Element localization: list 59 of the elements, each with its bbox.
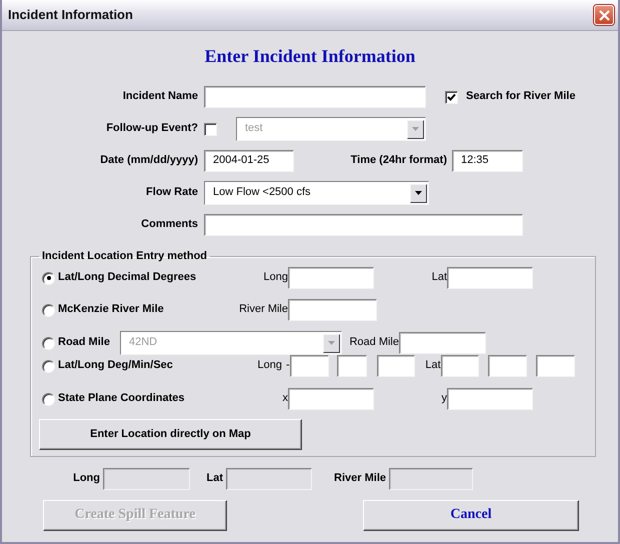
text-field[interactable]	[288, 267, 374, 289]
map-button[interactable]: Enter Location directly on Map	[39, 419, 302, 450]
caret-icon	[328, 341, 335, 345]
field-label: Comments	[140, 218, 198, 232]
field-label: Time (24hr format)	[350, 154, 447, 168]
text-field[interactable]	[288, 388, 374, 410]
field-label: Lat	[430, 271, 447, 285]
text-field[interactable]: 12:35	[452, 150, 523, 172]
radio-label: Lat/Long Decimal Degrees	[58, 271, 198, 285]
radio-label: State Plane Coordinates	[58, 392, 186, 406]
radio-button[interactable]	[42, 272, 55, 284]
field-label: Lat	[424, 359, 441, 373]
radio-button[interactable]	[42, 336, 55, 350]
text-field[interactable]	[290, 355, 329, 377]
field-label: Road Mile	[348, 336, 399, 350]
dropdown-button[interactable]	[410, 184, 427, 202]
dialog-heading: Enter Incident Information	[204, 45, 416, 68]
text-field[interactable]	[440, 355, 479, 377]
dropdown[interactable]: Low Flow <2500 cfs	[204, 181, 429, 205]
field-label: Date (mm/dd/yyyy)	[99, 154, 198, 168]
caret-icon	[412, 127, 419, 131]
text-field[interactable]	[204, 214, 523, 236]
checkbox[interactable]	[445, 90, 458, 104]
field-label: Lat	[206, 472, 223, 486]
text-field[interactable]	[288, 299, 377, 321]
close-button[interactable]	[594, 5, 614, 25]
field-label: Follow-up Event?	[105, 122, 198, 136]
text-field[interactable]: 2004-01-25	[204, 150, 294, 172]
field-label: Flow Rate	[145, 186, 198, 200]
text-field[interactable]	[376, 355, 415, 377]
group-title: Incident Location Entry method	[41, 249, 208, 263]
radio-button[interactable]	[42, 304, 55, 316]
radio-label: Lat/Long Deg/Min/Sec	[58, 359, 174, 373]
sign-label: -	[286, 359, 290, 373]
field-label: River Mile	[238, 303, 288, 317]
text-field[interactable]	[488, 355, 527, 377]
checkbox-label: Search for River Mile	[466, 90, 576, 104]
field-label: Incident Name	[122, 90, 198, 104]
field-label: Long	[72, 472, 100, 486]
text-field[interactable]	[399, 332, 486, 354]
caret-icon	[415, 191, 422, 195]
text-field[interactable]	[204, 86, 426, 108]
text-field[interactable]	[447, 267, 533, 289]
field-label: River Mile	[333, 472, 386, 486]
radio-label: McKenzie River Mile	[58, 303, 165, 317]
radio-label: Road Mile	[58, 336, 111, 350]
checkbox[interactable]	[204, 122, 217, 136]
text-field[interactable]	[336, 355, 367, 377]
close-icon	[598, 10, 610, 20]
field-label: x	[282, 392, 288, 406]
text-field[interactable]	[536, 355, 575, 377]
cancel-button[interactable]: Cancel	[363, 500, 579, 531]
radio-button[interactable]	[42, 392, 55, 406]
radio-button[interactable]	[42, 360, 55, 372]
field-label: y	[440, 392, 447, 406]
window-title: Incident Information	[8, 7, 133, 23]
field-label: Long	[256, 359, 282, 373]
field-label: Long	[262, 271, 288, 285]
text-field[interactable]	[447, 388, 533, 410]
